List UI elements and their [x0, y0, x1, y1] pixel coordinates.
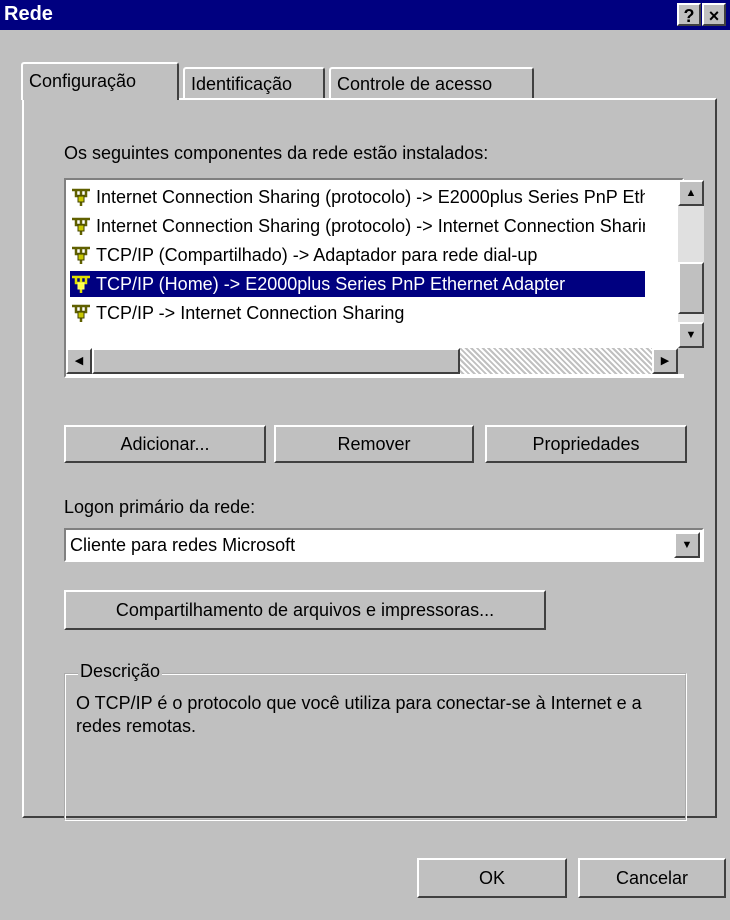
logon-label: Logon primário da rede:: [64, 497, 256, 517]
tab-controle-de-acesso[interactable]: Controle de acesso: [329, 67, 534, 99]
network-protocol-icon: [72, 247, 90, 265]
tab-configuracao[interactable]: Configuração: [21, 62, 179, 100]
logon-select[interactable]: Cliente para redes Microsoft ▼: [64, 528, 704, 562]
window-title: Rede: [4, 3, 53, 25]
scroll-left-icon[interactable]: ◀: [66, 348, 92, 374]
ok-button[interactable]: OK: [417, 858, 567, 898]
network-protocol-icon: [72, 218, 90, 236]
scrollbar-corner: [678, 348, 704, 374]
description-text: O TCP/IP é o protocolo que você utiliza …: [76, 693, 642, 736]
list-item[interactable]: TCP/IP (Compartilhado) -> Adaptador para…: [70, 242, 645, 268]
vertical-scrollbar[interactable]: ▲ ▼: [678, 180, 704, 348]
list-item-selected[interactable]: TCP/IP (Home) -> E2000plus Series PnP Et…: [70, 271, 645, 297]
list-item-label: TCP/IP (Compartilhado) -> Adaptador para…: [96, 245, 538, 265]
tab-identificacao[interactable]: Identificação: [183, 67, 325, 99]
title-bar: Rede ? ×: [0, 0, 730, 30]
remove-button[interactable]: Remover: [274, 425, 474, 463]
list-item[interactable]: TCP/IP -> Internet Connection Sharing: [70, 300, 645, 326]
scroll-down-icon[interactable]: ▼: [678, 322, 704, 348]
list-item[interactable]: Internet Connection Sharing (protocolo) …: [70, 213, 645, 239]
close-button[interactable]: ×: [702, 3, 726, 26]
description-legend: Descrição: [78, 661, 163, 682]
network-protocol-icon: [72, 189, 90, 207]
logon-select-value: Cliente para redes Microsoft: [70, 535, 296, 555]
horizontal-scroll-thumb[interactable]: [92, 348, 460, 374]
scroll-up-icon[interactable]: ▲: [678, 180, 704, 206]
scroll-thumb[interactable]: [678, 262, 704, 314]
components-label: Os seguintes componentes da rede estão i…: [64, 143, 489, 163]
list-item-label: TCP/IP (Home) -> E2000plus Series PnP Et…: [96, 274, 566, 294]
chevron-down-icon[interactable]: ▼: [674, 532, 700, 558]
list-item-label: TCP/IP -> Internet Connection Sharing: [96, 303, 405, 323]
properties-button[interactable]: Propriedades: [485, 425, 687, 463]
list-item-label: Internet Connection Sharing (protocolo) …: [96, 216, 645, 236]
list-item-label: Internet Connection Sharing (protocolo) …: [96, 187, 645, 207]
horizontal-scrollbar[interactable]: ◀ ▶: [66, 348, 678, 374]
list-item[interactable]: Internet Connection Sharing (protocolo) …: [70, 184, 645, 210]
cancel-button[interactable]: Cancelar: [578, 858, 726, 898]
help-button[interactable]: ?: [677, 3, 701, 26]
add-button[interactable]: Adicionar...: [64, 425, 266, 463]
scroll-right-icon[interactable]: ▶: [652, 348, 678, 374]
network-protocol-icon: [72, 276, 90, 294]
network-protocol-icon: [72, 305, 90, 323]
file-sharing-button[interactable]: Compartilhamento de arquivos e impressor…: [64, 590, 546, 630]
network-dialog: Rede ? × Configuração Identificação Cont…: [0, 0, 730, 920]
